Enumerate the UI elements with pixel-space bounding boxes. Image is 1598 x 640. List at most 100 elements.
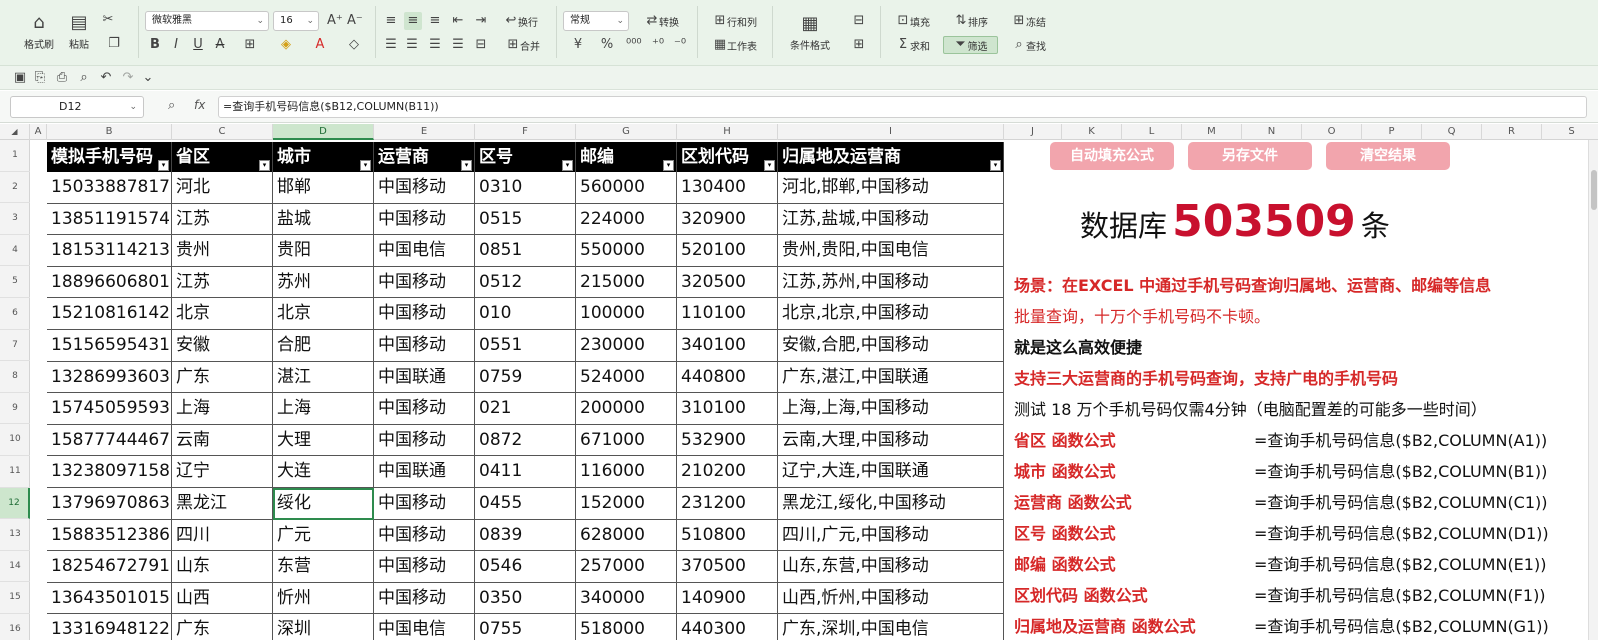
font-name-select[interactable]: 微软雅黑 ⌄ [145,11,269,31]
table-cell[interactable]: 盐城 [273,203,374,236]
table-cell[interactable]: 010 [475,298,576,330]
table-cell[interactable]: 中国移动 [374,488,475,520]
table-cell[interactable]: 中国联通 [374,361,475,394]
table-cell[interactable]: 江苏,苏州,中国移动 [778,266,1004,299]
table-header-cell[interactable]: 模拟手机号码 ▾ [47,142,172,172]
table-cell[interactable]: 广东 [172,614,273,640]
table-cell[interactable]: 中国移动 [374,330,475,362]
table-cell[interactable]: 13851191574 [47,203,172,236]
table-cell[interactable]: 中国移动 [374,393,475,425]
wrap-text-button[interactable]: ↩ 换行 [498,12,544,30]
table-cell[interactable]: 440300 [677,614,778,640]
row-header-13[interactable]: 13 [0,519,30,551]
export-button[interactable]: ⎘ [32,70,48,86]
table-cell[interactable]: 340100 [677,330,778,362]
table-cell[interactable]: 0515 [475,203,576,236]
table-cell[interactable]: 510800 [677,519,778,552]
justify-button[interactable]: ☰ [450,36,466,54]
table-cell[interactable]: 广元 [273,519,374,552]
table-cell[interactable]: 200000 [576,393,677,425]
table-cell[interactable]: 云南,大理,中国移动 [778,424,1004,457]
save-button[interactable]: ▣ [12,70,28,86]
table-cell[interactable]: 0759 [475,361,576,394]
table-cell[interactable]: 0851 [475,235,576,267]
table-cell[interactable]: 黑龙江 [172,488,273,520]
table-cell[interactable]: 中国移动 [374,298,475,330]
align-top-button[interactable]: ≡ [383,12,399,30]
number-format-select[interactable]: 常规 ⌄ [563,11,629,31]
column-header-r[interactable]: R [1482,124,1542,140]
table-cell[interactable]: 15745059593 [47,393,172,425]
table-cell[interactable]: 中国移动 [374,172,475,204]
table-cell[interactable]: 辽宁,大连,中国联通 [778,456,1004,488]
clear-results-button[interactable]: 清空结果 [1326,142,1450,170]
align-bottom-button[interactable]: ≡ [427,12,443,30]
table-cell[interactable]: 320500 [677,266,778,299]
indent-decrease-button[interactable]: ⇤ [450,12,466,30]
row-header-10[interactable]: 10 [0,424,30,456]
border-style-button[interactable]: ⊞ [846,36,872,54]
table-cell[interactable]: 100000 [576,298,677,330]
table-cell[interactable]: 中国移动 [374,266,475,299]
table-header-cell[interactable]: 区划代码 ▾ [677,142,778,172]
table-cell[interactable]: 深圳 [273,614,374,640]
column-header-a[interactable]: A [30,124,47,140]
column-header-o[interactable]: O [1302,124,1362,140]
select-all-corner[interactable]: ◢ [0,124,30,140]
table-cell[interactable]: 15210816142 [47,298,172,330]
filter-dropdown-icon[interactable]: ▾ [158,160,169,171]
table-cell[interactable]: 18153114213 [47,235,172,267]
row-header-12[interactable]: 12 [0,487,30,520]
table-cell[interactable]: 中国电信 [374,614,475,640]
table-cell[interactable]: 520100 [677,235,778,267]
row-header-4[interactable]: 4 [0,235,30,267]
table-cell[interactable]: 15877744467 [47,424,172,457]
column-header-k[interactable]: K [1062,124,1122,140]
table-cell[interactable]: 上海 [172,393,273,425]
decrease-decimal-button[interactable]: ⁻⁰ [670,36,690,54]
table-cell[interactable]: 340000 [576,582,677,615]
column-header-m[interactable]: M [1182,124,1242,140]
table-cell[interactable]: 中国电信 [374,235,475,267]
table-cell[interactable]: 116000 [576,456,677,488]
table-cell[interactable]: 北京,北京,中国移动 [778,298,1004,330]
sort-button[interactable]: ⇅ 排序 [945,12,997,30]
filter-dropdown-icon[interactable]: ▾ [663,160,674,171]
row-header-9[interactable]: 9 [0,393,30,425]
convert-button[interactable]: ⇄ 转换 [636,12,688,30]
table-cell[interactable]: 大理 [273,424,374,457]
filter-dropdown-icon[interactable]: ▾ [990,160,1001,171]
column-header-d[interactable]: D [273,124,374,140]
format-painter-button[interactable]: ⌂ 格式刷 [20,10,58,52]
row-header-16[interactable]: 16 [0,614,30,640]
table-cell[interactable]: 0455 [475,488,576,520]
align-middle-button[interactable]: ≡ [404,12,422,30]
table-cell[interactable]: 东营 [273,551,374,583]
table-cell[interactable]: 0350 [475,582,576,615]
scrollbar-thumb[interactable] [1591,170,1597,210]
column-header-e[interactable]: E [374,124,475,140]
table-cell[interactable]: 广东,湛江,中国联通 [778,361,1004,394]
table-cell[interactable]: 671000 [576,424,677,457]
table-cell[interactable]: 0872 [475,424,576,457]
table-cell[interactable]: 310100 [677,393,778,425]
borders-button[interactable]: ⊞ [236,37,264,53]
table-cell[interactable]: 山东,东营,中国移动 [778,551,1004,583]
table-cell[interactable]: 黑龙江,绥化,中国移动 [778,488,1004,520]
table-cell[interactable]: 广东,深圳,中国电信 [778,614,1004,640]
indent-increase-button[interactable]: ⇥ [473,12,489,30]
table-cell[interactable]: 560000 [576,172,677,204]
table-cell[interactable]: 山西,忻州,中国移动 [778,582,1004,615]
worksheet-button[interactable]: ▦ 工作表 [706,36,764,54]
table-cell[interactable]: 0411 [475,456,576,488]
decrease-font-button[interactable]: A⁻ [346,12,363,30]
copy-button[interactable]: ❐ [100,36,128,52]
table-cell[interactable]: 532900 [677,424,778,457]
table-cell[interactable]: 0755 [475,614,576,640]
table-cell[interactable]: 邯郸 [273,172,374,204]
customize-button[interactable]: ⌄ [140,70,156,86]
table-cell[interactable]: 贵州 [172,235,273,267]
merge-button[interactable]: ⊞ 合并 [498,36,548,54]
table-header-cell[interactable]: 归属地及运营商 ▾ [778,142,1004,172]
table-cell[interactable]: 贵阳 [273,235,374,267]
